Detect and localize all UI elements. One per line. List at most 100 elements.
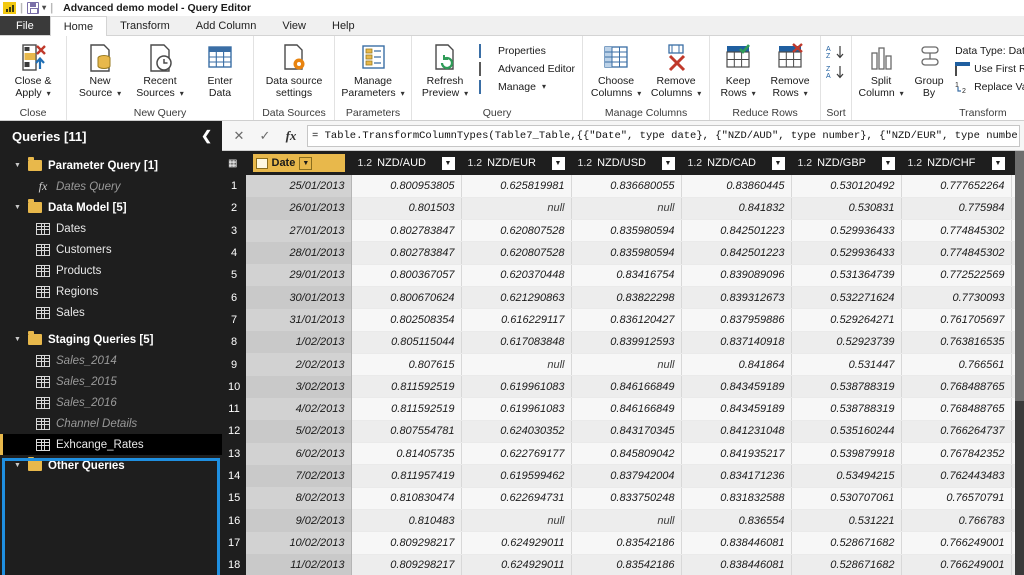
- tab-view[interactable]: View: [269, 16, 319, 35]
- table-row[interactable]: 6 30/01/2013 0.800670624 0.621290863 0.83822…: [222, 286, 1024, 310]
- cell-nzd-eur[interactable]: 0.619961083: [461, 397, 572, 421]
- table-row[interactable]: 16 9/02/2013 0.810483 null null 0.836554 0.531…: [222, 509, 1024, 533]
- cell-nzd-eur[interactable]: 0.621290863: [461, 286, 572, 310]
- cell-nzd-chf[interactable]: 0.7730093: [901, 286, 1012, 310]
- cell-nzd-eur[interactable]: 0.619599462: [461, 464, 572, 488]
- tree-item-sales-2016[interactable]: Sales_2016: [0, 392, 222, 413]
- table-row[interactable]: 14 7/02/2013 0.811957419 0.619599462 0.83794…: [222, 464, 1024, 488]
- column-header-date[interactable]: Date ▼: [246, 151, 352, 175]
- cell-nzd-cad[interactable]: 0.838446081: [681, 531, 792, 555]
- cell-nzd-cad[interactable]: 0.841832: [681, 197, 792, 221]
- table-row[interactable]: 12 5/02/2013 0.807554781 0.624030352 0.84317…: [222, 420, 1024, 444]
- table-row[interactable]: 7 31/01/2013 0.802508354 0.616229117 0.83612…: [222, 308, 1024, 332]
- cell-nzd-eur[interactable]: 0.625819981: [461, 175, 572, 198]
- vertical-scrollbar[interactable]: [1015, 151, 1024, 575]
- close-icon[interactable]: ✕: [226, 125, 252, 147]
- tab-file[interactable]: File: [0, 16, 50, 35]
- cell-nzd-cad[interactable]: 0.834171236: [681, 464, 792, 488]
- cell-nzd-usd[interactable]: 0.835980594: [571, 241, 682, 265]
- cell-nzd-gbp[interactable]: 0.531447: [791, 353, 902, 377]
- cell-nzd-usd[interactable]: 0.835980594: [571, 219, 682, 243]
- cell-nzd-usd[interactable]: null: [571, 509, 682, 533]
- cell-nzd-chf[interactable]: 0.777652264: [901, 175, 1012, 198]
- cell-nzd-usd[interactable]: 0.83416754: [571, 264, 682, 287]
- enter-data-button[interactable]: Enter Data: [191, 40, 249, 99]
- cell-date[interactable]: 6/02/2013: [246, 442, 352, 465]
- cell-nzd-aud[interactable]: 0.810830474: [351, 487, 462, 510]
- cell-nzd-chf[interactable]: 0.767842352: [901, 442, 1012, 466]
- cell-nzd-eur[interactable]: null: [461, 353, 572, 377]
- cell-nzd-aud[interactable]: 0.809298217: [351, 554, 462, 575]
- cell-nzd-usd[interactable]: 0.846166849: [571, 375, 682, 399]
- cell-date[interactable]: 4/02/2013: [246, 397, 352, 421]
- cell-nzd-cad[interactable]: 0.837140918: [681, 331, 792, 354]
- new-source-button[interactable]: New Source ▾: [71, 40, 129, 99]
- column-header-nzd-chf[interactable]: 1.2 NZD/CHF ▼: [901, 151, 1012, 175]
- remove-columns-button[interactable]: Remove Columns ▾: [647, 40, 705, 99]
- cell-nzd-gbp[interactable]: 0.529264271: [791, 308, 902, 332]
- tab-home[interactable]: Home: [49, 16, 108, 36]
- column-filter-dropdown-icon[interactable]: ▼: [661, 156, 675, 170]
- properties-button[interactable]: Properties: [476, 43, 578, 59]
- check-icon[interactable]: ✓: [252, 125, 278, 147]
- manage-button[interactable]: Manage ▾: [476, 79, 578, 95]
- tree-item-regions[interactable]: Regions: [0, 281, 222, 302]
- cell-nzd-eur[interactable]: 0.622769177: [461, 442, 572, 466]
- cell-nzd-cad[interactable]: 0.838446081: [681, 554, 792, 575]
- manage-caret-icon[interactable]: ▾: [542, 80, 546, 94]
- tree-item-channel-details[interactable]: Channel Details: [0, 413, 222, 434]
- cell-nzd-eur[interactable]: 0.620370448: [461, 264, 572, 287]
- cell-date[interactable]: 31/01/2013: [246, 308, 352, 332]
- cell-nzd-aud[interactable]: 0.800670624: [351, 286, 462, 310]
- cell-nzd-chf[interactable]: 0.761705697: [901, 308, 1012, 332]
- cell-date[interactable]: 5/02/2013: [246, 420, 352, 443]
- cell-nzd-eur[interactable]: 0.620807528: [461, 241, 572, 265]
- save-icon[interactable]: [27, 1, 40, 14]
- cell-nzd-eur[interactable]: 0.622694731: [461, 487, 572, 510]
- cell-nzd-eur[interactable]: 0.620807528: [461, 219, 572, 243]
- cell-date[interactable]: 2/02/2013: [246, 353, 352, 376]
- cell-nzd-cad[interactable]: 0.842501223: [681, 219, 792, 243]
- cell-nzd-aud[interactable]: 0.801503: [351, 197, 462, 221]
- tree-item-dates[interactable]: Dates: [0, 218, 222, 239]
- cell-nzd-gbp[interactable]: 0.529936433: [791, 219, 902, 243]
- cell-nzd-usd[interactable]: 0.83542186: [571, 531, 682, 555]
- cell-date[interactable]: 30/01/2013: [246, 286, 352, 309]
- cell-nzd-cad[interactable]: 0.841935217: [681, 442, 792, 466]
- tree-item-customers[interactable]: Customers: [0, 239, 222, 260]
- cell-nzd-gbp[interactable]: 0.538788319: [791, 375, 902, 399]
- cell-nzd-gbp[interactable]: 0.528671682: [791, 554, 902, 575]
- cell-nzd-usd[interactable]: 0.836120427: [571, 308, 682, 332]
- cell-nzd-aud[interactable]: 0.805115044: [351, 331, 462, 354]
- manage-parameters-button[interactable]: Manage Parameters ▾: [339, 40, 407, 99]
- cell-nzd-usd[interactable]: 0.836680055: [571, 175, 682, 198]
- replace-values-button[interactable]: 1 2 Replace Values: [952, 79, 1024, 95]
- table-row[interactable]: 1 25/01/2013 0.800953805 0.625819981 0.83668…: [222, 175, 1024, 198]
- cell-nzd-cad[interactable]: 0.841864: [681, 353, 792, 377]
- choose-columns-button[interactable]: Choose Columns ▾: [587, 40, 645, 99]
- cell-nzd-chf[interactable]: 0.768488765: [901, 375, 1012, 399]
- cell-date[interactable]: 10/02/2013: [246, 531, 352, 555]
- tree-folder-staging-queries[interactable]: ▼ Staging Queries [5]: [0, 329, 222, 350]
- advanced-editor-button[interactable]: Advanced Editor: [476, 61, 578, 77]
- cell-nzd-cad[interactable]: 0.843459189: [681, 375, 792, 399]
- cell-nzd-usd[interactable]: 0.83822298: [571, 286, 682, 310]
- cell-nzd-cad[interactable]: 0.836554: [681, 509, 792, 533]
- column-filter-dropdown-icon[interactable]: ▼: [771, 156, 785, 170]
- tree-item-sales-2015[interactable]: Sales_2015: [0, 371, 222, 392]
- tree-item-sales[interactable]: Sales: [0, 302, 222, 323]
- cell-nzd-usd[interactable]: 0.843170345: [571, 420, 682, 444]
- table-row[interactable]: 17 10/02/2013 0.809298217 0.624929011 0.8354…: [222, 531, 1024, 555]
- cell-nzd-usd[interactable]: 0.846166849: [571, 397, 682, 421]
- group-by-button[interactable]: Group By: [908, 40, 950, 99]
- keep-rows-button[interactable]: Keep Rows ▾: [714, 40, 762, 99]
- cell-date[interactable]: 3/02/2013: [246, 375, 352, 398]
- cell-nzd-eur[interactable]: 0.617083848: [461, 331, 572, 354]
- cell-nzd-gbp[interactable]: 0.528671682: [791, 531, 902, 555]
- tab-add-column[interactable]: Add Column: [183, 16, 270, 35]
- cell-nzd-chf[interactable]: 0.766249001: [901, 531, 1012, 555]
- cell-nzd-aud[interactable]: 0.802783847: [351, 241, 462, 265]
- cell-nzd-gbp[interactable]: 0.531221: [791, 509, 902, 533]
- cell-nzd-chf[interactable]: 0.766561: [901, 353, 1012, 377]
- sort-descending-icon[interactable]: Z A: [825, 64, 847, 83]
